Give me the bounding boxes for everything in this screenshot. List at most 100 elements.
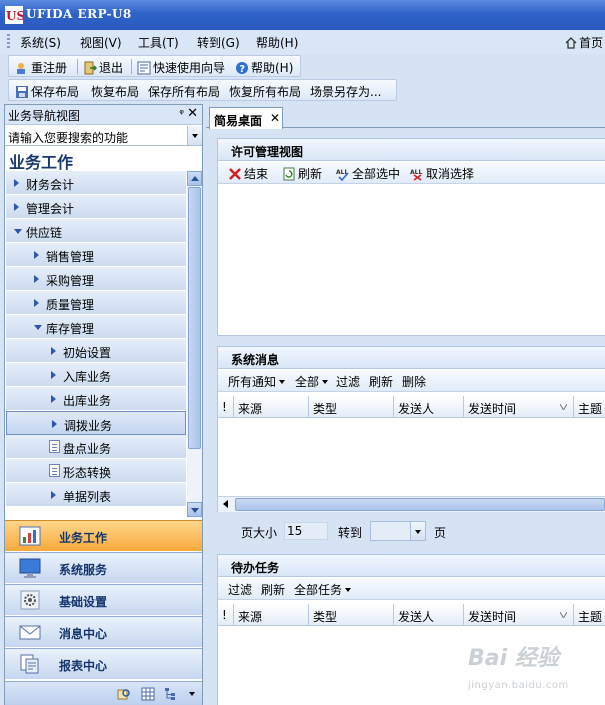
search-input[interactable]: 请输入您要搜索的功能: [8, 129, 128, 146]
nav-button-system-service[interactable]: 系统服务: [5, 552, 202, 583]
deselect-button[interactable]: ALL 取消选择: [410, 165, 474, 182]
refresh-button[interactable]: 刷新: [369, 373, 393, 390]
all-notifications-dropdown[interactable]: 所有通知: [228, 373, 286, 390]
scroll-up-button[interactable]: [187, 171, 202, 186]
scroll-thumb[interactable]: [188, 187, 201, 449]
goto-dropdown-button[interactable]: [410, 522, 425, 540]
triangle-right-icon[interactable]: [14, 203, 19, 211]
page-size-input[interactable]: 15: [284, 522, 328, 540]
function-search-box[interactable]: 请输入您要搜索的功能: [5, 126, 202, 146]
refresh-button[interactable]: 刷新: [282, 165, 322, 182]
column-header-type[interactable]: 类型: [309, 396, 394, 418]
triangle-down-icon[interactable]: [34, 325, 42, 330]
column-header-send-time[interactable]: 发送时间: [464, 604, 574, 626]
tree-node[interactable]: 质量管理: [6, 291, 186, 315]
tab-close-icon[interactable]: ✕: [270, 111, 280, 125]
filter-button[interactable]: 过滤: [228, 581, 252, 598]
exit-button[interactable]: 退出: [83, 59, 123, 76]
triangle-right-icon[interactable]: [51, 491, 56, 499]
triangle-right-icon[interactable]: [51, 347, 56, 355]
tree-node[interactable]: 单据列表: [6, 483, 186, 507]
workspace-tab-bar: 简易桌面 ✕: [206, 104, 605, 129]
filter-button[interactable]: 过滤: [336, 373, 360, 390]
end-button[interactable]: 结束: [228, 165, 268, 182]
guide-icon: [137, 61, 151, 75]
tab-simple-desktop[interactable]: 简易桌面 ✕: [209, 107, 283, 129]
quick-guide-button[interactable]: 快速使用向导: [137, 59, 225, 76]
footer-dropdown-icon[interactable]: [189, 692, 195, 696]
search-dropdown-button[interactable]: [187, 126, 202, 145]
all-dropdown[interactable]: 全部: [295, 373, 329, 390]
help-button[interactable]: ? 帮助(H): [235, 59, 293, 76]
nav-button-message-center[interactable]: 消息中心: [5, 616, 202, 647]
scroll-down-button[interactable]: [187, 502, 202, 517]
column-header-priority[interactable]: !: [218, 396, 234, 418]
tree-node[interactable]: 形态转换: [6, 459, 186, 483]
menu-system[interactable]: 系统(S): [20, 34, 61, 51]
menu-goto[interactable]: 转到(G): [197, 34, 240, 51]
tree-node[interactable]: 初始设置: [6, 339, 186, 363]
tree-node[interactable]: 管理会计: [6, 195, 186, 219]
close-icon[interactable]: ✕: [187, 106, 198, 121]
tree-node[interactable]: 库存管理: [6, 315, 186, 339]
window-title: UFIDA ERP-U8: [26, 7, 132, 21]
relogin-button[interactable]: 重注册: [15, 59, 67, 76]
triangle-right-icon[interactable]: [51, 395, 56, 403]
nav-button-report-center[interactable]: 报表中心: [5, 648, 202, 679]
tree-node[interactable]: 出库业务: [6, 387, 186, 411]
refresh-button[interactable]: 刷新: [261, 581, 285, 598]
column-header-source[interactable]: 来源: [234, 396, 309, 418]
menu-help[interactable]: 帮助(H): [256, 34, 298, 51]
nav-button-basic-settings[interactable]: 基础设置: [5, 584, 202, 615]
tree-node[interactable]: 调拨业务: [6, 411, 186, 435]
column-header-send-time[interactable]: 发送时间: [464, 396, 574, 418]
pin-icon[interactable]: ᵠ: [179, 107, 184, 120]
restore-all-layouts-button[interactable]: 恢复所有布局: [229, 83, 301, 100]
scroll-left-button[interactable]: [218, 497, 234, 512]
tree-node[interactable]: 财务会计: [6, 171, 186, 195]
column-header-priority[interactable]: !: [218, 604, 234, 626]
triangle-right-icon[interactable]: [51, 371, 56, 379]
tree-scrollbar[interactable]: [187, 171, 202, 517]
tree-node[interactable]: 供应链: [6, 219, 186, 243]
nav-button-business-work[interactable]: 业务工作: [5, 520, 202, 551]
column-header-source[interactable]: 来源: [234, 604, 309, 626]
delete-button[interactable]: 删除: [402, 373, 426, 390]
save-scene-as-button[interactable]: 场景另存为...: [310, 83, 381, 100]
tree-node[interactable]: 盘点业务: [6, 435, 186, 459]
column-header-subject[interactable]: 主题: [574, 604, 605, 626]
select-all-button[interactable]: ALL 全部选中: [336, 165, 400, 182]
triangle-right-icon[interactable]: [34, 275, 39, 283]
panel-header: 待办任务: [218, 555, 605, 577]
tree-node-label: 管理会计: [26, 202, 75, 216]
panel-header: 系统消息: [218, 347, 605, 369]
tree-node[interactable]: 入库业务: [6, 363, 186, 387]
triangle-right-icon[interactable]: [52, 420, 57, 428]
menu-tools[interactable]: 工具(T): [138, 34, 179, 51]
triangle-right-icon[interactable]: [34, 299, 39, 307]
find-icon[interactable]: [117, 687, 131, 701]
messages-toolbar: 所有通知 全部 过滤 刷新 删除: [218, 370, 605, 392]
horizontal-scroll-thumb[interactable]: [235, 498, 605, 511]
home-link[interactable]: 首页: [565, 34, 603, 51]
tree-node[interactable]: 销售管理: [6, 243, 186, 267]
menu-view[interactable]: 视图(V): [80, 34, 122, 51]
save-all-layouts-button[interactable]: 保存所有布局: [148, 83, 220, 100]
business-nav-pane: 业务导航视图 ᵠ ✕ 请输入您要搜索的功能 业务工作 财务会计 管理会计 供应链 销售…: [4, 104, 203, 705]
triangle-right-icon[interactable]: [14, 179, 19, 187]
triangle-right-icon[interactable]: [34, 251, 39, 259]
column-header-type[interactable]: 类型: [309, 604, 394, 626]
goto-page-select[interactable]: [370, 521, 426, 541]
restore-layout-button[interactable]: 恢复布局: [91, 83, 139, 100]
menubar-grip[interactable]: [7, 34, 10, 50]
all-tasks-dropdown[interactable]: 全部任务: [294, 581, 352, 598]
column-header-subject[interactable]: 主题: [574, 396, 605, 418]
column-header-sender[interactable]: 发送人: [394, 604, 464, 626]
grid-view-icon[interactable]: [141, 687, 155, 701]
save-layout-button[interactable]: 保存布局: [15, 83, 79, 100]
tree-view-icon[interactable]: [164, 687, 178, 701]
messages-horizontal-scrollbar[interactable]: [218, 496, 605, 512]
triangle-down-icon[interactable]: [14, 229, 22, 234]
tree-node[interactable]: 采购管理: [6, 267, 186, 291]
column-header-sender[interactable]: 发送人: [394, 396, 464, 418]
